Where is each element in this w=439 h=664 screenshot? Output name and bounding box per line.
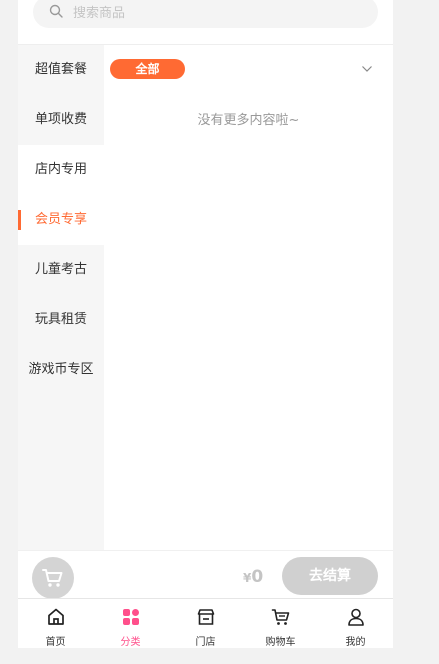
sidebar-item-in-store[interactable]: 店内专用: [18, 145, 104, 195]
search-bar: [18, 0, 393, 45]
store-icon: [197, 609, 215, 625]
search-icon: [49, 4, 63, 18]
tab-label: 购物车: [265, 637, 296, 648]
category-icon: [123, 609, 139, 625]
tab-label: 我的: [345, 637, 366, 648]
user-icon: [348, 608, 364, 626]
sidebar-item-toy-rental[interactable]: 玩具租赁: [18, 295, 104, 345]
sidebar-item-game-coins[interactable]: 游戏币专区: [18, 345, 104, 395]
tab-cart[interactable]: 购物车: [243, 599, 318, 648]
product-list-area: 全部 没有更多内容啦~: [104, 45, 393, 550]
checkout-bar: ¥0 去结算: [18, 550, 393, 599]
total-price: ¥0: [243, 567, 263, 587]
tab-home[interactable]: 首页: [18, 599, 93, 648]
empty-state-text: 没有更多内容啦~: [197, 113, 300, 128]
total-amount: 0: [251, 567, 264, 587]
chevron-down-icon[interactable]: [361, 63, 373, 75]
home-icon: [48, 608, 64, 625]
search-box[interactable]: [33, 0, 378, 28]
tab-mine[interactable]: 我的: [318, 599, 393, 648]
bottom-tab-bar: 首页 分类 门店 购物车 我的: [18, 598, 393, 648]
tab-category[interactable]: 分类: [93, 599, 168, 648]
cart-button[interactable]: [32, 557, 74, 599]
sidebar-item-member[interactable]: 会员专享: [18, 195, 104, 245]
filter-all-tag[interactable]: 全部: [110, 59, 185, 79]
category-sidebar: 超值套餐 单项收费 店内专用 会员专享 儿童考古 玩具租赁 游戏币专区: [18, 45, 104, 550]
sidebar-item-single-charge[interactable]: 单项收费: [18, 95, 104, 145]
app-screen: 超值套餐 单项收费 店内专用 会员专享 儿童考古 玩具租赁 游戏币专区 全部 没…: [18, 0, 393, 648]
tab-store[interactable]: 门店: [168, 599, 243, 648]
sidebar-item-combo[interactable]: 超值套餐: [18, 45, 104, 95]
cart-icon: [271, 609, 290, 625]
tab-label: 门店: [195, 637, 216, 648]
cart-icon: [42, 569, 63, 587]
tab-label: 首页: [45, 637, 66, 648]
checkout-button[interactable]: 去结算: [282, 557, 378, 595]
sidebar-item-kids-archaeology[interactable]: 儿童考古: [18, 245, 104, 295]
tab-label: 分类: [120, 637, 141, 648]
search-input[interactable]: [71, 1, 355, 25]
